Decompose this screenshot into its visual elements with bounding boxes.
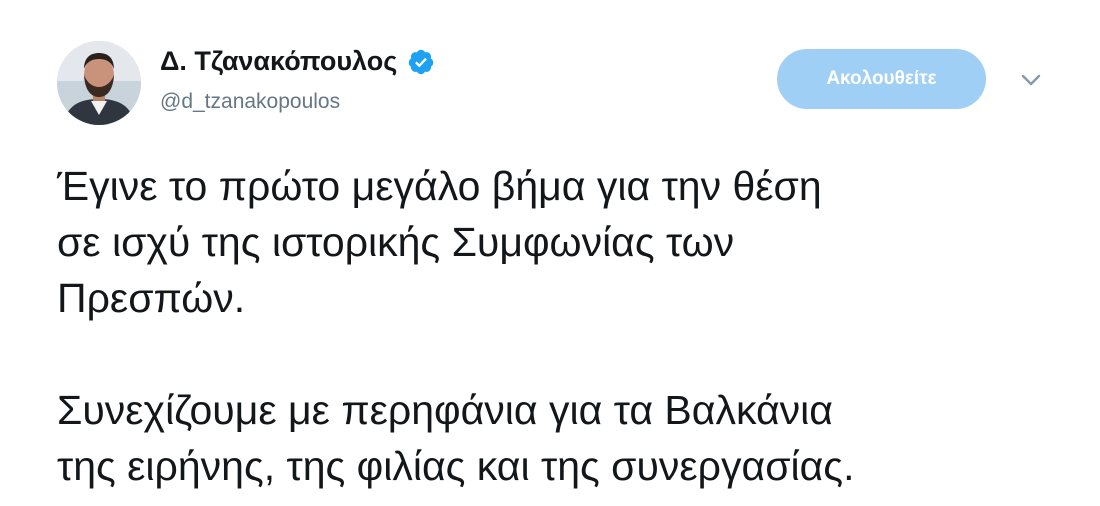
tweet-text-line: σε ισχύ της ιστορικής Συμφωνίας των: [57, 219, 735, 265]
avatar[interactable]: [57, 41, 141, 125]
verified-badge-icon: [409, 49, 434, 74]
tweet-text-line: Συνεχίζουμε με περηφάνια για τα Βαλκάνια: [57, 387, 833, 433]
tweet-card: Δ. Τζανακόπουλος @d_tzanakopoulos Ακολου…: [0, 0, 1100, 506]
tweet-text-line: της ειρήνης, της φιλίας και της συνεργασ…: [57, 443, 855, 489]
avatar-photo: [57, 41, 141, 125]
tweet-text: Έγινε το πρώτο μεγάλο βήμα για την θέση …: [57, 158, 1087, 494]
tweet-text-line: Έγινε το πρώτο μεγάλο βήμα για την θέση: [57, 163, 822, 209]
display-name-text[interactable]: Δ. Τζανακόπουλος: [160, 46, 397, 77]
author-display-name[interactable]: Δ. Τζανακόπουλος: [160, 46, 435, 77]
chevron-down-icon[interactable]: [1020, 72, 1042, 88]
author-handle[interactable]: @d_tzanakopoulos: [160, 90, 340, 114]
following-button[interactable]: Ακολουθείτε: [777, 49, 986, 109]
paragraph-break: [57, 326, 1087, 382]
tweet-text-line: Πρεσπών.: [57, 275, 246, 321]
